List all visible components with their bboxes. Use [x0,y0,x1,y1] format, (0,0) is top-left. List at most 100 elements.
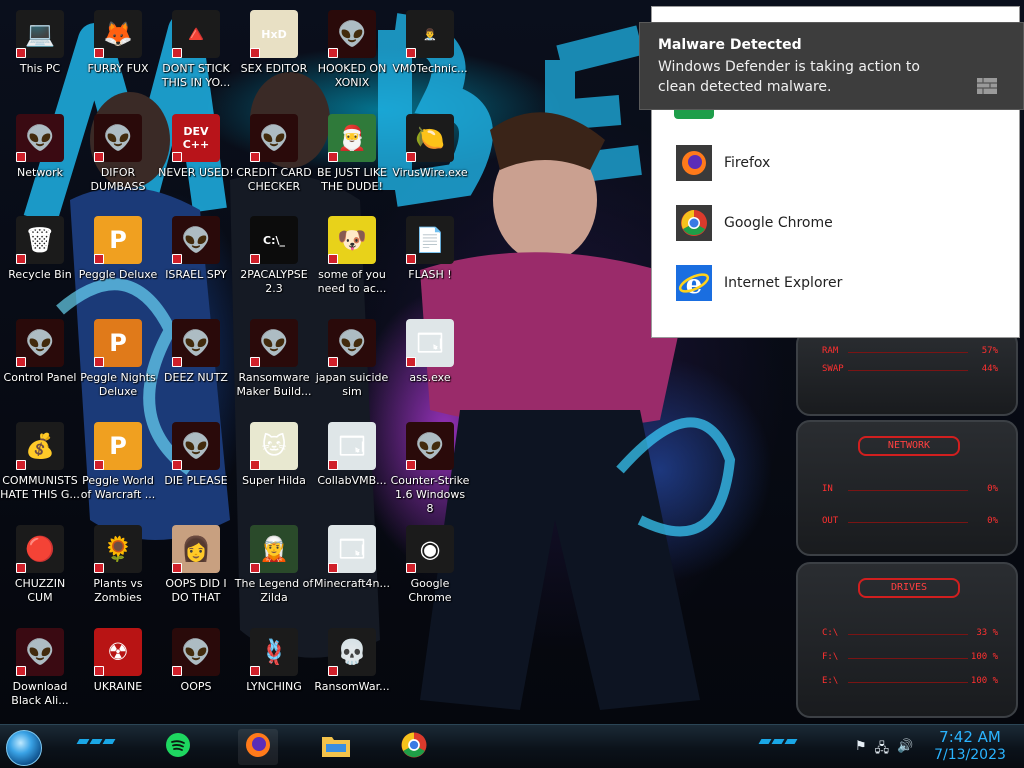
desktop-icon-label: japan suicide sim [315,371,389,398]
desktop-icon-glyph: 👽 [415,431,445,460]
jump-list-item-internet-explorer[interactable]: e Internet Explorer [674,263,842,303]
desktop-icon[interactable]: 💀 RansomWar... [312,622,392,722]
desktop-icon-glyph: ◉ [419,534,441,563]
desktop-icon-image: P [94,319,142,367]
desktop-icon[interactable]: 🗑 Recycle Bin [0,210,80,310]
desktop-icon[interactable]: 👽 Control Panel [0,313,80,413]
desktop-icon-image: 🎅 [328,114,376,162]
malware-notification-toast[interactable]: Malware Detected Windows Defender is tak… [639,22,1024,110]
desktop-icon[interactable]: 👽 DEEZ NUTZ [156,313,236,413]
desktop-icon-label: Minecraft4n... [313,577,391,590]
drive-c-bar [848,634,968,635]
desktop-icon-label: BE JUST LIKE THE DUDE! [316,166,388,193]
shortcut-badge-icon [172,254,182,264]
desktop-icon[interactable]: 👽 DIE PLEASE [156,416,236,516]
shortcut-badge-icon [328,48,338,58]
desktop-icon[interactable]: ☢ UKRAINE [78,622,158,722]
ram-row: RAM 57% [822,346,998,360]
desktop-icon-image: 💰 [16,422,64,470]
desktop-icon[interactable]: 👽 DIFOR DUMBASS [78,108,158,208]
desktop-icon[interactable]: 🔺 DONT STICK THIS IN YO... [156,4,236,104]
desktop-icon-image: 🗔 [406,319,454,367]
desktop-icon[interactable]: 👽 japan suicide sim [312,313,392,413]
network-gadget[interactable]: NETWORK IN 0% OUT 0% [796,420,1018,556]
desktop-icon[interactable]: 👽 OOPS [156,622,236,722]
volume-icon[interactable]: 🔊 [897,739,913,761]
desktop-icon[interactable]: C:\_ 2PACALYPSE 2.3 [234,210,314,310]
desktop-icon[interactable]: 🌻 Plants vs Zombies [78,519,158,619]
desktop-icon[interactable]: 🎅 BE JUST LIKE THE DUDE! [312,108,392,208]
desktop-icon[interactable]: ◉ Google Chrome [390,519,470,619]
desktop-icon[interactable]: P Peggle Nights Deluxe [78,313,158,413]
desktop-icon-glyph: 👽 [25,328,55,357]
desktop-icon[interactable]: P Peggle World of Warcraft ... [78,416,158,516]
desktop-icon-image: P [94,216,142,264]
desktop-icon[interactable]: 🐶 some of you need to ac... [312,210,392,310]
jump-list-item-label: Internet Explorer [724,275,843,291]
desktop-icon[interactable]: 🔴 CHUZZIN CUM [0,519,80,619]
desktop-icon[interactable]: 👽 Counter-Strike 1.6 Windows 8 [390,416,470,516]
desktop-icon-label: Control Panel [3,371,77,384]
desktop-icon[interactable]: 👽 Ransomware Maker Build... [234,313,314,413]
taskbar-app-chrome[interactable] [394,729,434,765]
desktop-icon[interactable]: 🗔 CollabVMB... [312,416,392,516]
desktop-icon[interactable]: 💰 COMMUNISTS HATE THIS G... [0,416,80,516]
desktop-icon-image: 👽 [16,628,64,676]
desktop-icon-glyph: 🦊 [103,19,133,48]
drive-c-row: C:\ 33 % [822,628,998,642]
jump-list-item-label: Firefox [724,155,771,171]
desktop-icon[interactable]: 💻 This PC [0,4,80,104]
network-in-value: 0% [987,484,998,494]
desktop-icon[interactable]: 👽 CREDIT CARD CHECKER [234,108,314,208]
desktop-icon-label: Recycle Bin [8,268,72,281]
desktop-icon[interactable]: 👽 HOOKED ON XONIX [312,4,392,104]
desktop-icon-label: ass.exe [409,371,451,384]
jump-list-item-chrome[interactable]: Google Chrome [674,203,833,243]
taskbar-app-spotify[interactable] [158,729,198,765]
taskbar-app-firefox[interactable] [238,729,278,765]
desktop-icon-glyph: 👽 [181,328,211,357]
shortcut-badge-icon [406,48,416,58]
desktop-icon[interactable]: 👽 Download Black Ali... [0,622,80,722]
desktop-icon[interactable]: 📄 FLASH ! [390,210,470,310]
network-icon[interactable]: 🖧 [875,739,890,761]
memory-gadget[interactable]: RAM 57% SWAP 44% [796,330,1018,416]
drive-f-label: F:\ [822,652,839,662]
drive-c-value: 33 % [976,628,998,638]
desktop-icon[interactable]: HxD SEX EDITOR [234,4,314,104]
desktop-icon[interactable]: 🦊 FURRY FUX [78,4,158,104]
taskbar-clock[interactable]: 7:42 AM 7/13/2023 [930,728,1010,764]
toast-title: Malware Detected [658,37,802,53]
desktop-icon[interactable]: 🗔 Minecraft4n... [312,519,392,619]
desktop-icon[interactable]: P Peggle Deluxe [78,210,158,310]
desktop-icon-label: Network [17,166,63,179]
desktop-icon-glyph: 🗔 [338,431,366,460]
desktop-icon[interactable]: 👨‍⚕️ VM0Technic... [390,4,470,104]
shortcut-badge-icon [16,254,26,264]
desktop-icon[interactable]: 🍋 VirusWire.exe [390,108,470,208]
flag-icon[interactable]: ⚑ [855,739,867,761]
desktop-icon-label: Ransomware Maker Build... [236,371,312,398]
drive-e-label: E:\ [822,676,839,686]
drives-gadget[interactable]: DRIVES C:\ 33 % F:\ 100 % E:\ 100 % [796,562,1018,718]
desktop-icon-image: ☢ [94,628,142,676]
desktop-icon[interactable]: 🧝 The Legend of Zilda [234,519,314,619]
shortcut-badge-icon [250,563,260,573]
desktop-icon-image: 👽 [16,319,64,367]
taskbar-app-file-explorer[interactable] [316,729,356,765]
desktop-icon-label: Download Black Ali... [11,680,69,707]
shortcut-badge-icon [406,460,416,470]
desktop-icon-glyph: 👽 [259,123,289,152]
start-button[interactable] [6,730,42,766]
desktop-icon[interactable]: DEV C++ NEVER USED! [156,108,236,208]
desktop-icon[interactable]: 🐱 Super Hilda [234,416,314,516]
shortcut-badge-icon [16,152,26,162]
desktop-icon[interactable]: 👩 OOPS DID I DO THAT [156,519,236,619]
clock-date: 7/13/2023 [934,747,1006,763]
network-in-graph [848,490,968,491]
desktop-icon[interactable]: 🗔 ass.exe [390,313,470,413]
desktop-icon[interactable]: 👽 Network [0,108,80,208]
jump-list-item-firefox[interactable]: Firefox [674,143,770,183]
desktop-icon[interactable]: 🪢 LYNCHING [234,622,314,722]
desktop-icon[interactable]: 👽 ISRAEL SPY [156,210,236,310]
